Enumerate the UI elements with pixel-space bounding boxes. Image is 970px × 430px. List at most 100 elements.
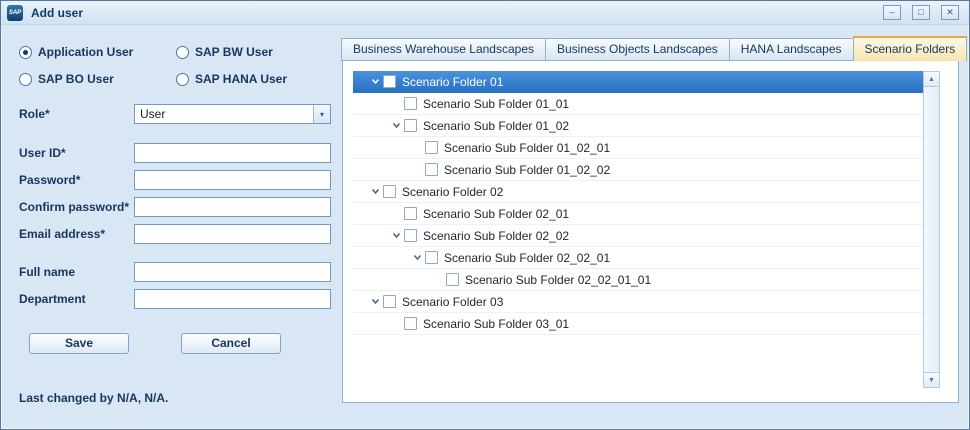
chevron-down-icon[interactable]: ▾ <box>313 105 330 123</box>
tree-item[interactable]: Scenario Sub Folder 01_02_02 <box>353 159 923 181</box>
tree-item[interactable]: Scenario Sub Folder 02_02_01_01 <box>353 269 923 291</box>
tree-item-label: Scenario Sub Folder 02_01 <box>423 207 569 221</box>
radio-label: Application User <box>38 45 133 59</box>
department-label: Department <box>19 292 134 306</box>
tree-item[interactable]: Scenario Sub Folder 01_01 <box>353 93 923 115</box>
password-label: Password* <box>19 173 134 187</box>
tree-rows: Scenario Folder 01 Scenario Sub Folder 01… <box>353 71 923 335</box>
scrollbar-thumb[interactable] <box>924 88 939 371</box>
tree-item-label: Scenario Sub Folder 02_02_01 <box>444 251 610 265</box>
app-icon: SAP <box>7 5 23 21</box>
chevron-down-icon[interactable] <box>388 120 404 131</box>
full-name-input[interactable] <box>134 262 331 282</box>
tree-item[interactable]: Scenario Sub Folder 02_02_01 <box>353 247 923 269</box>
window-controls: – □ ✕ <box>883 5 959 20</box>
vertical-scrollbar[interactable]: ▲ ▼ <box>923 71 940 388</box>
email-label: Email address* <box>19 227 134 241</box>
email-row: Email address* <box>19 224 341 244</box>
folder-checkbox[interactable] <box>404 317 417 330</box>
tree-item[interactable]: Scenario Sub Folder 01_02_01 <box>353 137 923 159</box>
button-row: Save Cancel <box>19 333 341 354</box>
window-title: Add user <box>31 6 883 20</box>
tree-item[interactable]: Scenario Sub Folder 03_01 <box>353 313 923 335</box>
user-id-label: User ID* <box>19 146 134 160</box>
scroll-down-icon[interactable]: ▼ <box>924 372 939 387</box>
user-type-radio-sap-hana-user[interactable]: SAP HANA User <box>176 72 341 86</box>
cancel-button[interactable]: Cancel <box>181 333 281 354</box>
user-id-row: User ID* <box>19 143 341 163</box>
department-row: Department <box>19 289 341 309</box>
tree-item-label: Scenario Sub Folder 02_02 <box>423 229 569 243</box>
radio-icon[interactable] <box>19 46 32 59</box>
minimize-button[interactable]: – <box>883 5 901 20</box>
tree-item-label: Scenario Sub Folder 01_02_01 <box>444 141 610 155</box>
tree-item-label: Scenario Sub Folder 01_02_02 <box>444 163 610 177</box>
scenario-folder-tree: Scenario Folder 01 Scenario Sub Folder 01… <box>353 71 940 388</box>
chevron-down-icon[interactable] <box>367 296 383 307</box>
folder-checkbox[interactable] <box>383 185 396 198</box>
department-input[interactable] <box>134 289 331 309</box>
tab-business-objects-landscapes[interactable]: Business Objects Landscapes <box>545 38 730 61</box>
user-type-radio-sap-bw-user[interactable]: SAP BW User <box>176 45 341 59</box>
save-button[interactable]: Save <box>29 333 129 354</box>
folder-checkbox[interactable] <box>404 207 417 220</box>
tree-item-label: Scenario Folder 03 <box>402 295 503 309</box>
folder-checkbox[interactable] <box>404 97 417 110</box>
password-row: Password* <box>19 170 341 190</box>
folder-checkbox[interactable] <box>404 229 417 242</box>
radio-icon[interactable] <box>176 73 189 86</box>
folder-checkbox[interactable] <box>383 75 396 88</box>
radio-icon[interactable] <box>176 46 189 59</box>
folder-checkbox[interactable] <box>425 141 438 154</box>
tree-item[interactable]: Scenario Folder 03 <box>353 291 923 313</box>
role-selected-value: User <box>135 105 313 123</box>
add-user-window: SAP Add user – □ ✕ Application User SAP B… <box>0 0 970 430</box>
close-button[interactable]: ✕ <box>941 5 959 20</box>
role-row: Role* User ▾ <box>19 104 341 124</box>
tree-item[interactable]: Scenario Sub Folder 02_02 <box>353 225 923 247</box>
maximize-button[interactable]: □ <box>912 5 930 20</box>
user-type-radio-application-user[interactable]: Application User <box>19 45 176 59</box>
radio-icon[interactable] <box>19 73 32 86</box>
tab-scenario-folders[interactable]: Scenario Folders <box>853 36 968 61</box>
confirm-password-label: Confirm password* <box>19 200 134 214</box>
password-input[interactable] <box>134 170 331 190</box>
chevron-down-icon[interactable] <box>367 186 383 197</box>
tab-business-warehouse-landscapes[interactable]: Business Warehouse Landscapes <box>341 38 546 61</box>
role-select[interactable]: User ▾ <box>134 104 331 124</box>
folder-checkbox[interactable] <box>446 273 459 286</box>
tree-item-label: Scenario Sub Folder 01_01 <box>423 97 569 111</box>
full-name-label: Full name <box>19 265 134 279</box>
tree-item[interactable]: Scenario Folder 02 <box>353 181 923 203</box>
tab-hana-landscapes[interactable]: HANA Landscapes <box>729 38 854 61</box>
last-changed-text: Last changed by N/A, N/A. <box>19 391 168 405</box>
email-input[interactable] <box>134 224 331 244</box>
confirm-password-row: Confirm password* <box>19 197 341 217</box>
tree-item-label: Scenario Sub Folder 02_02_01_01 <box>465 273 651 287</box>
scroll-up-icon[interactable]: ▲ <box>924 72 939 87</box>
user-type-group: Application User SAP BW User SAP BO User SA… <box>19 45 341 86</box>
confirm-password-input[interactable] <box>134 197 331 217</box>
tab-strip: Business Warehouse LandscapesBusiness Ob… <box>341 38 966 61</box>
tree-item-label: Scenario Sub Folder 03_01 <box>423 317 569 331</box>
tree-item[interactable]: Scenario Sub Folder 01_02 <box>353 115 923 137</box>
chevron-down-icon[interactable] <box>409 252 425 263</box>
tree-item-label: Scenario Folder 02 <box>402 185 503 199</box>
chevron-down-icon[interactable] <box>388 230 404 241</box>
fields-group: User ID* Password* Confirm password* Ema… <box>19 143 341 309</box>
chevron-down-icon[interactable] <box>367 76 383 87</box>
full-name-row: Full name <box>19 262 341 282</box>
user-id-input[interactable] <box>134 143 331 163</box>
folder-checkbox[interactable] <box>425 163 438 176</box>
folder-checkbox[interactable] <box>425 251 438 264</box>
radio-label: SAP HANA User <box>195 72 287 86</box>
tree-item[interactable]: Scenario Sub Folder 02_01 <box>353 203 923 225</box>
tree-item-label: Scenario Sub Folder 01_02 <box>423 119 569 133</box>
tree-item-label: Scenario Folder 01 <box>402 75 503 89</box>
radio-label: SAP BO User <box>38 72 114 86</box>
folder-checkbox[interactable] <box>383 295 396 308</box>
user-type-radio-sap-bo-user[interactable]: SAP BO User <box>19 72 176 86</box>
titlebar: SAP Add user – □ ✕ <box>1 1 969 25</box>
folder-checkbox[interactable] <box>404 119 417 132</box>
tree-item[interactable]: Scenario Folder 01 <box>353 71 923 93</box>
